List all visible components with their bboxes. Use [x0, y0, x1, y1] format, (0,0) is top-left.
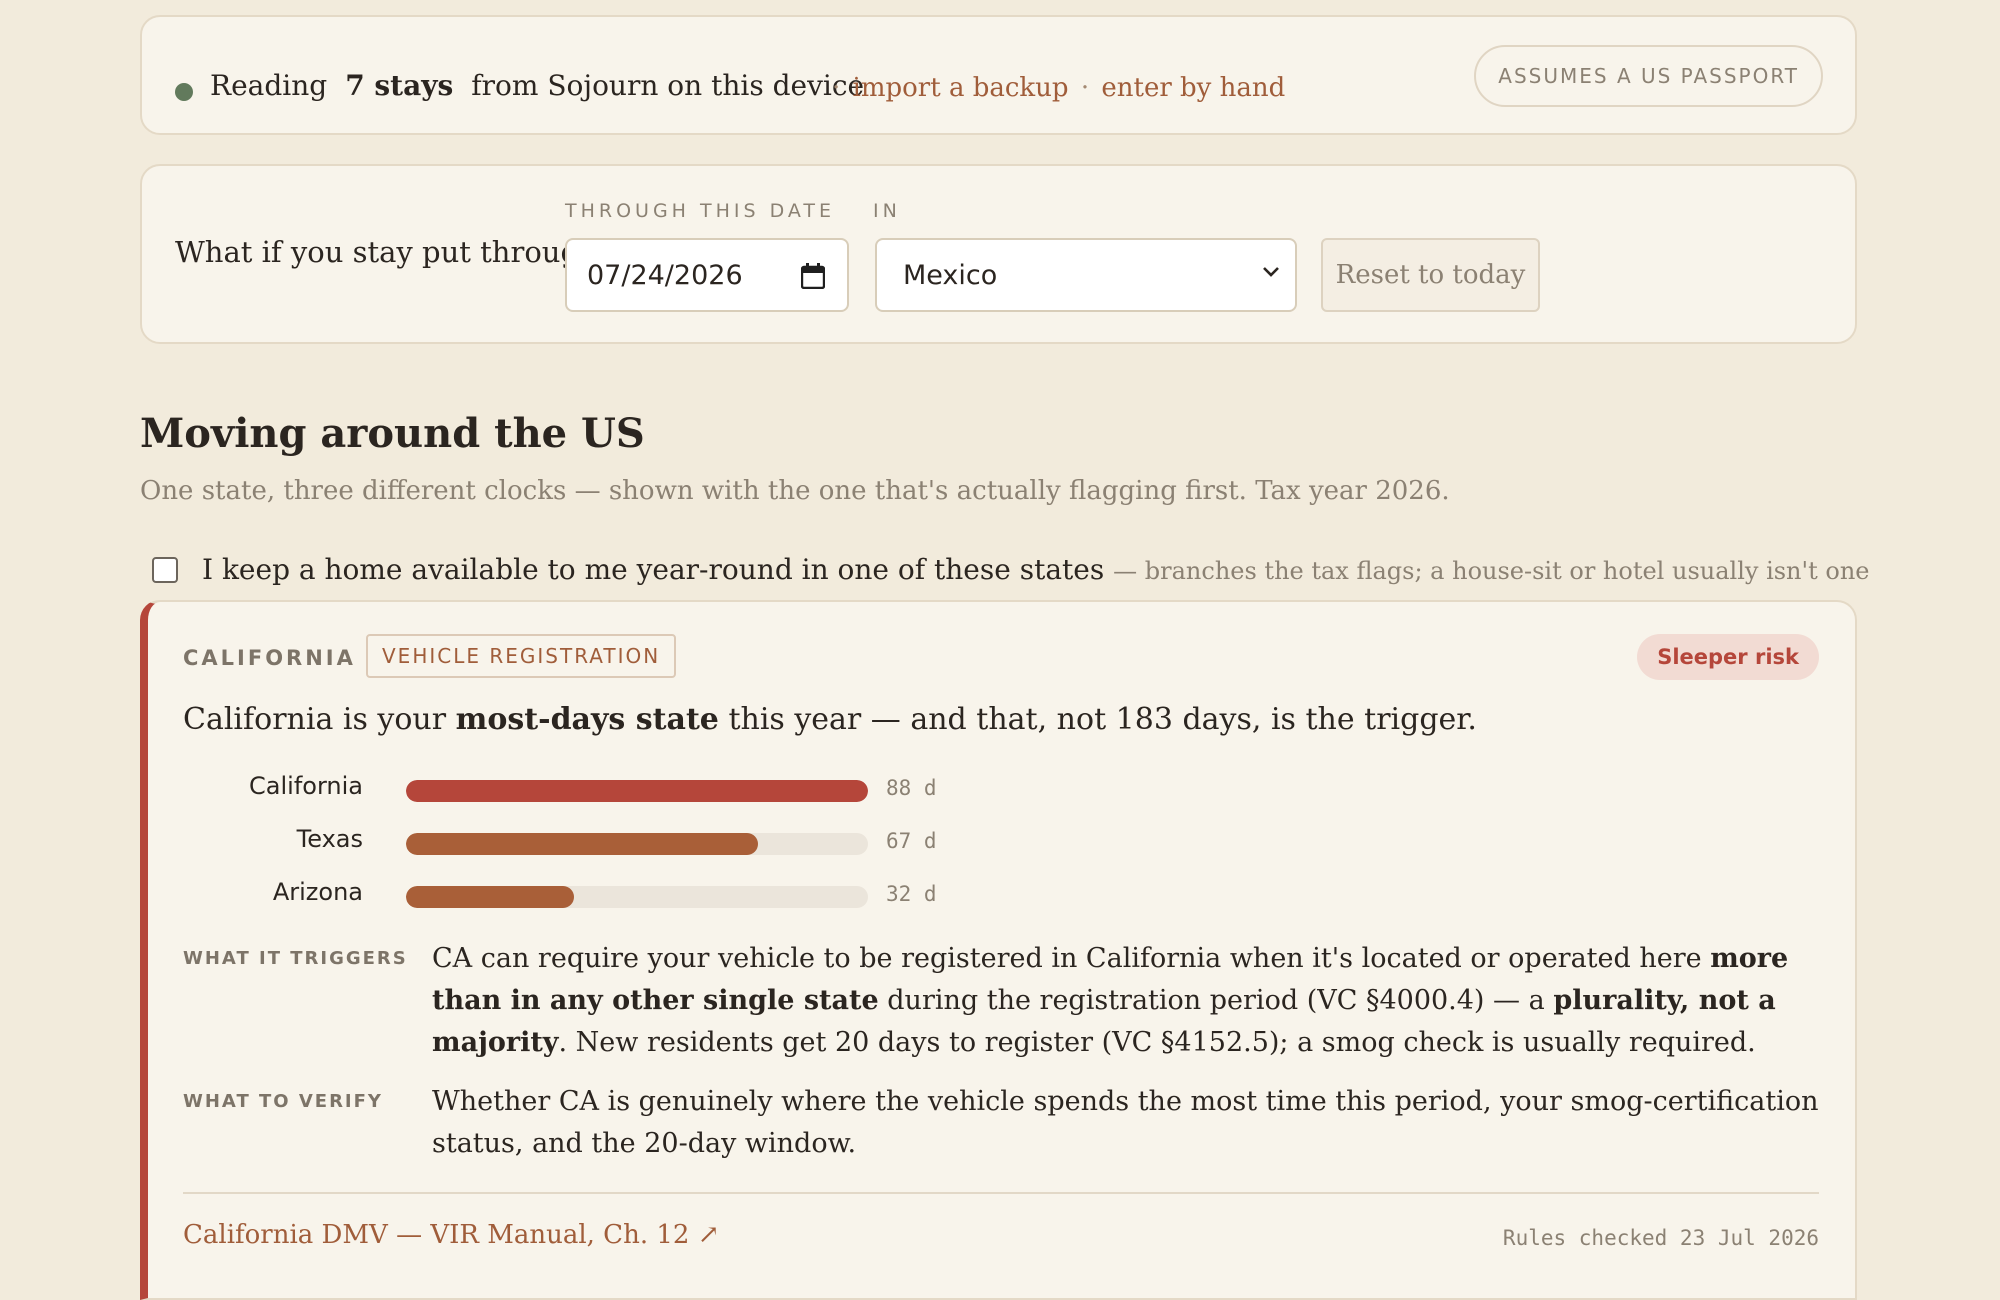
bar-value: 67 d	[886, 829, 937, 853]
risk-badge: Sleeper risk	[1637, 634, 1819, 680]
date-value: 07/24/2026	[587, 259, 743, 291]
what-to-verify-label: WHAT TO VERIFY	[183, 1091, 383, 1112]
source-suffix: from Sojourn on this device	[471, 69, 865, 102]
what-to-verify-text: Whether CA is genuinely where the vehicl…	[432, 1086, 1819, 1159]
home-label-text: I keep a home available to me year-round…	[202, 553, 1105, 586]
text-run: during the registration period (VC §4000…	[887, 985, 1545, 1016]
passport-assumption-badge[interactable]: ASSUMES A US PASSPORT	[1474, 45, 1823, 107]
bar-row: California 88 d	[183, 770, 983, 810]
country-value: Mexico	[903, 259, 998, 291]
reset-to-today-button[interactable]: Reset to today	[1321, 238, 1540, 312]
status-dot	[175, 83, 193, 101]
bar-value: 88 d	[886, 776, 937, 800]
bar-row: Arizona 32 d	[183, 876, 983, 916]
source-prefix: Reading	[210, 69, 328, 102]
state-name: CALIFORNIA	[183, 646, 356, 670]
country-select[interactable]: Mexico	[875, 238, 1297, 312]
country-field-label: IN	[873, 200, 901, 222]
source-status-text: Reading 7 stays from Sojourn on this devic…	[210, 69, 864, 102]
home-available-checkbox[interactable]	[152, 557, 178, 583]
text-run: CA can require your vehicle to be regist…	[432, 943, 1702, 974]
what-it-triggers-text: CA can require your vehicle to be regist…	[432, 938, 1822, 1064]
card-headline: California is your most-days state this …	[183, 702, 1477, 737]
chevron-down-icon	[1263, 267, 1279, 277]
rules-checked-date: Rules checked 23 Jul 2026	[1502, 1226, 1819, 1250]
state-flag-card: CALIFORNIA VEHICLE REGISTRATION Sleeper …	[140, 600, 1857, 1300]
headline-text: California is your	[183, 702, 447, 737]
bar-label: California	[249, 772, 363, 800]
home-available-label[interactable]: I keep a home available to me year-round…	[202, 553, 1870, 586]
date-field-label: THROUGH THIS DATE	[565, 200, 836, 222]
bar-fill	[406, 780, 868, 802]
what-if-card: What if you stay put through THROUGH THI…	[140, 164, 1857, 344]
bar-track	[406, 833, 868, 855]
bar-row: Texas 67 d	[183, 823, 983, 863]
text-run: . New residents get 20 days to register …	[558, 1027, 1756, 1058]
headline-emphasis: most-days state	[455, 702, 719, 737]
import-backup-link[interactable]: import a backup	[853, 73, 1069, 103]
rule-tag: VEHICLE REGISTRATION	[366, 634, 677, 678]
bar-label: Arizona	[272, 878, 363, 906]
bar-value: 32 d	[886, 882, 937, 906]
stay-count: 7 stays	[345, 69, 454, 102]
bar-fill	[406, 886, 574, 908]
bar-fill	[406, 833, 758, 855]
what-if-prompt: What if you stay put through	[175, 235, 598, 269]
section-subtitle: One state, three different clocks — show…	[140, 476, 1450, 506]
headline-text: this year — and that, not 183 days, is t…	[728, 702, 1477, 737]
bar-label: Texas	[296, 825, 363, 853]
what-it-triggers-label: WHAT IT TRIGGERS	[183, 948, 408, 969]
section-title: Moving around the US	[140, 410, 645, 457]
dmv-source-link[interactable]: California DMV — VIR Manual, Ch. 12 ↗	[183, 1220, 719, 1250]
calendar-icon[interactable]	[801, 263, 825, 289]
data-source-card: Reading 7 stays from Sojourn on this devic…	[140, 15, 1857, 135]
home-hint: — branches the tax flags; a house-sit or…	[1113, 557, 1870, 585]
enter-by-hand-link[interactable]: enter by hand	[1101, 73, 1285, 103]
through-date-input[interactable]: 07/24/2026	[565, 238, 849, 312]
divider	[183, 1192, 1819, 1194]
source-links: · import a backup · enter by hand	[828, 73, 1285, 103]
bar-track	[406, 886, 868, 908]
separator: ·	[1080, 73, 1090, 103]
separator: ·	[832, 73, 841, 103]
bar-track	[406, 780, 868, 802]
